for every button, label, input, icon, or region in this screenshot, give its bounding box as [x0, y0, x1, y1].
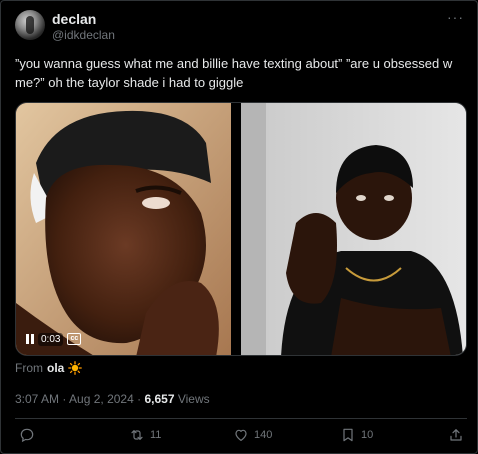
meta-separator: ·	[62, 392, 67, 406]
video-controls: 0:03 cc	[26, 332, 82, 346]
like-count: 140	[254, 429, 273, 441]
tweet-text: ”you wanna guess what me and billie have…	[15, 56, 453, 90]
retweet-count: 11	[150, 429, 162, 441]
heart-icon	[235, 429, 247, 441]
video-player[interactable]: 0:03 cc	[15, 102, 467, 356]
share-button[interactable]	[448, 427, 464, 443]
tweet-card: declan @idkdeclan ··· ”you wanna guess w…	[0, 0, 478, 454]
avatar[interactable]	[15, 10, 45, 40]
pause-icon[interactable]	[26, 334, 34, 344]
author-handle[interactable]: @idkdeclan	[52, 28, 115, 42]
views-count: 6,657	[144, 392, 175, 406]
more-options-icon[interactable]: ···	[447, 9, 464, 25]
bookmark-button[interactable]: 10	[340, 427, 373, 443]
like-button[interactable]: 140	[233, 427, 272, 443]
video-split-divider	[231, 103, 241, 355]
action-bar: 11 140 10	[1, 427, 478, 449]
retweet-button[interactable]: 11	[129, 427, 161, 443]
bookmark-count: 10	[361, 429, 374, 441]
person-left-illustration	[16, 103, 231, 355]
source-prefix: From	[15, 361, 43, 375]
video-time: 0:03	[38, 332, 64, 346]
source-attribution: From ola	[15, 361, 83, 375]
meta-separator: ·	[137, 392, 142, 406]
reply-icon	[20, 428, 34, 443]
author-name[interactable]: declan	[52, 11, 96, 27]
tweet-time[interactable]: 3:07 AM	[15, 392, 59, 406]
person-right-illustration	[241, 103, 466, 355]
tweet-date[interactable]: Aug 2, 2024	[69, 392, 134, 406]
sun-emoji-icon	[68, 361, 83, 375]
retweet-icon	[131, 430, 143, 440]
share-icon	[450, 429, 462, 441]
divider	[15, 418, 467, 419]
video-frame-right	[241, 103, 466, 355]
reply-button[interactable]	[19, 427, 40, 443]
source-name[interactable]: ola	[47, 361, 64, 375]
captions-icon[interactable]: cc	[67, 333, 82, 345]
tweet-meta: 3:07 AM · Aug 2, 2024 · 6,657 Views	[15, 392, 210, 406]
views-label: Views	[177, 392, 210, 406]
video-frame-left: 0:03 cc	[16, 103, 231, 355]
bookmark-icon	[343, 428, 353, 442]
